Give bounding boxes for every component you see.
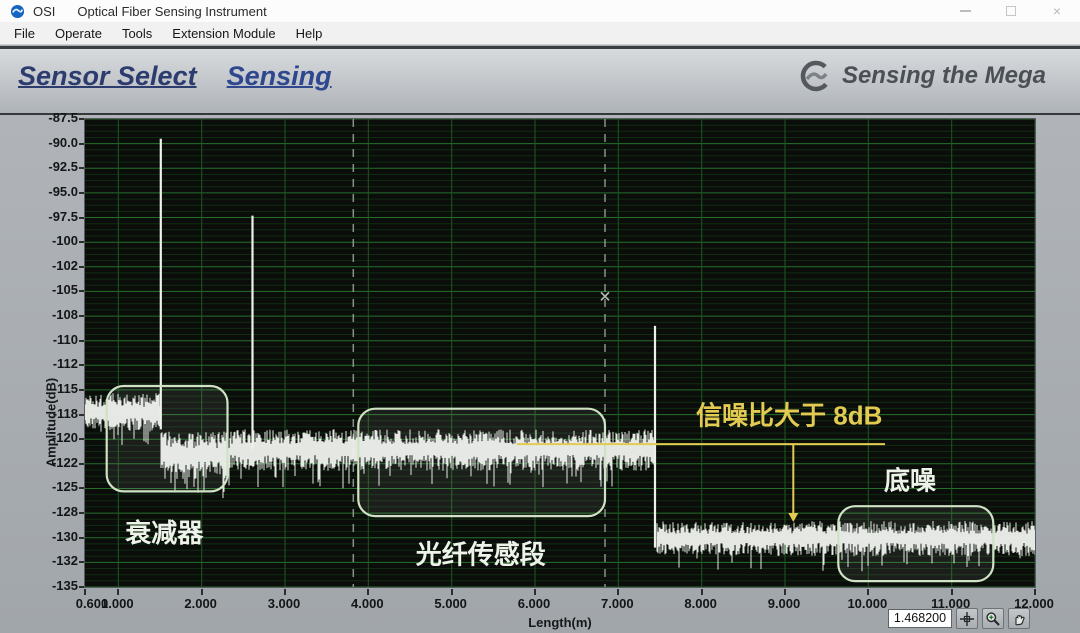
- tabs: Sensor Select Sensing: [18, 61, 332, 92]
- brand-logo-icon: [799, 59, 833, 93]
- region-label-fiber-sensing: 光纤传感段: [415, 540, 546, 570]
- crosshair-tool-button[interactable]: [956, 608, 978, 629]
- y-tick-label: -87.5: [0, 111, 78, 125]
- x-tick-mark: [284, 589, 286, 595]
- app-logo-icon: [10, 4, 25, 19]
- title-bar: OSI Optical Fiber Sensing Instrument ×: [0, 0, 1080, 22]
- x-tick-mark: [84, 589, 86, 595]
- region-label-attenuator: 衰减器: [124, 518, 204, 548]
- x-tick-label: 2.000: [169, 596, 233, 611]
- y-tick-label: -132: [0, 554, 78, 568]
- x-tick-mark: [617, 589, 619, 595]
- y-tick-label: -102: [0, 259, 78, 273]
- y-tick-label: -108: [0, 308, 78, 322]
- zoom-tool-button[interactable]: [982, 608, 1004, 629]
- x-tick-mark: [534, 589, 536, 595]
- x-tick-label: 8.000: [669, 596, 733, 611]
- app-name: OSI: [33, 4, 55, 19]
- y-tick-label: -118: [0, 407, 78, 421]
- y-tick-label: -110: [0, 333, 78, 347]
- tab-band: Sensor Select Sensing Sensing the Mega: [0, 46, 1080, 113]
- x-tick-label: 9.000: [752, 596, 816, 611]
- y-tick-label: -115: [0, 382, 78, 396]
- x-tick-mark: [784, 589, 786, 595]
- y-tick-label: -90.0: [0, 136, 78, 150]
- maximize-button[interactable]: [988, 0, 1034, 22]
- magnifier-icon: [985, 611, 1001, 627]
- hand-icon: [1011, 611, 1027, 627]
- region-box-noise-floor: [838, 506, 993, 581]
- menu-tools[interactable]: Tools: [112, 26, 162, 41]
- x-tick-label: 7.000: [585, 596, 649, 611]
- x-tick-label: 1.000: [85, 596, 149, 611]
- minimize-icon: [960, 10, 971, 12]
- x-tick-mark: [867, 589, 869, 595]
- x-tick-label: 6.000: [502, 596, 566, 611]
- x-tick-mark: [117, 589, 119, 595]
- y-tick-label: -130: [0, 530, 78, 544]
- pan-tool-button[interactable]: [1008, 608, 1030, 629]
- close-button[interactable]: ×: [1034, 0, 1080, 22]
- x-tick-mark: [367, 589, 369, 595]
- x-tick-label: 3.000: [252, 596, 316, 611]
- y-tick-label: -122: [0, 456, 78, 470]
- region-label-noise-floor: 底噪: [884, 466, 937, 496]
- x-tick-label: 4.000: [335, 596, 399, 611]
- region-box-attenuator: [107, 386, 228, 491]
- window-controls: ×: [942, 0, 1080, 22]
- x-tick-label: 5.000: [419, 596, 483, 611]
- x-tick-mark: [1034, 589, 1036, 595]
- cursor-value-input[interactable]: 1.468200: [888, 609, 952, 628]
- minimize-button[interactable]: [942, 0, 988, 22]
- menu-extension-module[interactable]: Extension Module: [162, 26, 285, 41]
- y-tick-label: -105: [0, 283, 78, 297]
- plot-canvas[interactable]: 衰减器光纤传感段 底噪 信噪比大于 8dB: [84, 118, 1036, 588]
- tab-sensor-select[interactable]: Sensor Select: [18, 61, 197, 92]
- y-tick-label: -92.5: [0, 160, 78, 174]
- snr-annotation-text: 信噪比大于 8dB: [696, 401, 882, 431]
- y-tick-label: -97.5: [0, 210, 78, 224]
- brand: Sensing the Mega: [799, 59, 1046, 93]
- y-tick-label: -135: [0, 579, 78, 593]
- app-window: OSI Optical Fiber Sensing Instrument × F…: [0, 0, 1080, 633]
- menu-file[interactable]: File: [4, 26, 45, 41]
- y-tick-label: -120: [0, 431, 78, 445]
- menu-bar: File Operate Tools Extension Module Help: [0, 22, 1080, 45]
- y-tick-label: -125: [0, 480, 78, 494]
- brand-text: Sensing the Mega: [842, 62, 1046, 90]
- chart-area: Amplitude(dB) -87.5-90.0-92.5-95.0-97.5-…: [0, 113, 1080, 633]
- x-tick-mark: [201, 589, 203, 595]
- tab-sensing[interactable]: Sensing: [227, 61, 332, 92]
- y-tick-label: -128: [0, 505, 78, 519]
- y-tick-label: -100: [0, 234, 78, 248]
- x-tick-mark: [701, 589, 703, 595]
- crosshair-icon: [959, 611, 975, 627]
- menu-help[interactable]: Help: [286, 26, 333, 41]
- y-tick-label: -95.0: [0, 185, 78, 199]
- menu-operate[interactable]: Operate: [45, 26, 112, 41]
- y-tick-label: -112: [0, 357, 78, 371]
- window-title: Optical Fiber Sensing Instrument: [77, 4, 266, 19]
- region-box-fiber-sensing: [358, 409, 605, 516]
- graph-palette: [956, 608, 1030, 629]
- x-tick-mark: [451, 589, 453, 595]
- x-tick-mark: [951, 589, 953, 595]
- maximize-icon: [1006, 6, 1016, 16]
